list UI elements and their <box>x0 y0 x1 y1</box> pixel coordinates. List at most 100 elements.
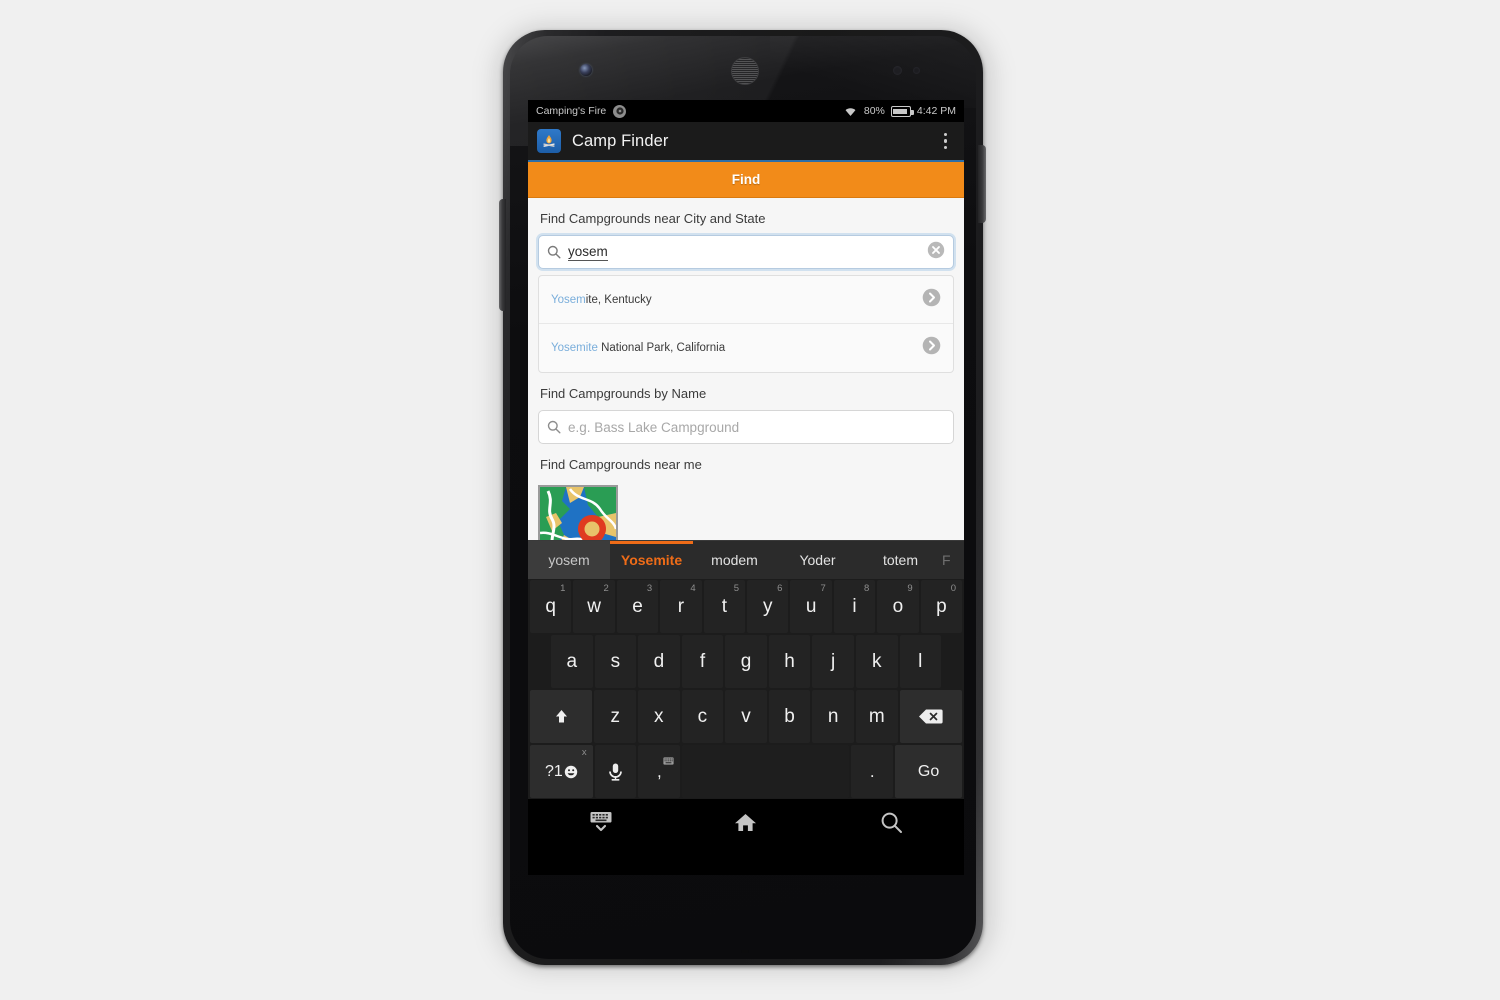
key-u[interactable]: 7u <box>790 580 832 633</box>
key-i[interactable]: 8i <box>833 580 876 633</box>
key-o[interactable]: 9o <box>877 580 919 633</box>
key-r-number: 4 <box>690 583 696 594</box>
key-a[interactable]: a <box>551 635 593 688</box>
emoji-smiley-icon <box>564 765 577 778</box>
suggestion-word[interactable]: modem <box>693 541 776 579</box>
battery-icon <box>890 105 914 117</box>
list-item[interactable]: Yosemite National Park, California <box>539 324 953 372</box>
near-me-label: Find Campgrounds near me <box>540 457 702 472</box>
comma-key[interactable]: , <box>638 745 681 798</box>
keyboard-suggestion-bar: yosem Yosemite modem Yoder totem F <box>528 540 964 579</box>
power-button[interactable] <box>978 145 986 223</box>
tab-find[interactable]: Find <box>528 162 964 198</box>
suggestion-label: Yosemite, Kentucky <box>551 294 652 306</box>
front-camera <box>580 64 592 76</box>
keyboard-row-4: x ?1 , . Go <box>528 744 964 799</box>
key-e-number: 3 <box>646 583 653 594</box>
search-button[interactable] <box>819 811 964 834</box>
home-button[interactable] <box>673 811 818 834</box>
key-t-number: 5 <box>733 583 740 594</box>
key-o-label: o <box>892 595 904 617</box>
keyboard-row-1: 1q 2w 3e 4r 5t 6y 7u 8i 9o 0p <box>528 579 964 634</box>
suggestion-typed-word[interactable]: yosem <box>528 541 610 579</box>
bottom-microphone <box>741 950 749 953</box>
key-u-number: 7 <box>820 583 826 594</box>
key-i-number: 8 <box>863 583 870 594</box>
key-w-number: 2 <box>603 583 609 594</box>
campground-name-placeholder: e.g. Bass Lake Campground <box>568 419 740 435</box>
status-bar: Camping's Fire 80% 4:42 PM <box>528 100 964 122</box>
key-e[interactable]: 3e <box>616 580 659 633</box>
clear-circle-icon[interactable] <box>927 241 945 264</box>
key-d[interactable]: d <box>638 635 680 688</box>
chevron-right-icon[interactable] <box>922 336 941 360</box>
key-g[interactable]: g <box>725 635 767 688</box>
suggestion-match: Yosem <box>551 293 586 306</box>
hide-keyboard-icon <box>590 812 612 832</box>
overflow-menu-icon[interactable] <box>936 127 956 156</box>
key-q-number: 1 <box>560 583 566 594</box>
key-r[interactable]: 4r <box>660 580 702 633</box>
voice-input-key[interactable] <box>594 745 637 798</box>
key-q-label: q <box>545 595 556 617</box>
go-key[interactable]: Go <box>895 745 962 798</box>
suggestion-best-word[interactable]: Yosemite <box>610 541 693 579</box>
list-item[interactable]: Yosemite, Kentucky <box>539 276 953 324</box>
map-location-pin-thumbnail[interactable] <box>538 485 618 540</box>
symbols-emoji-key[interactable]: x ?1 <box>530 745 593 798</box>
key-m[interactable]: m <box>855 690 898 743</box>
key-l[interactable]: l <box>899 635 942 688</box>
suggestion-rest: National Park, California <box>597 342 726 354</box>
campground-name-input[interactable]: e.g. Bass Lake Campground <box>538 410 954 444</box>
key-s[interactable]: s <box>594 635 637 688</box>
key-x[interactable]: x <box>638 690 680 743</box>
key-n[interactable]: n <box>812 690 854 743</box>
key-b[interactable]: b <box>768 690 811 743</box>
key-z[interactable]: z <box>594 690 636 743</box>
suggestion-word[interactable]: totem <box>859 541 942 579</box>
key-v[interactable]: v <box>725 690 767 743</box>
search-icon <box>547 245 561 259</box>
hide-keyboard-button[interactable] <box>528 810 673 834</box>
key-p[interactable]: 0p <box>920 580 963 633</box>
key-p-number: 0 <box>950 583 957 594</box>
city-state-search-input[interactable]: yosem <box>538 235 954 269</box>
key-k[interactable]: k <box>855 635 898 688</box>
space-key[interactable] <box>682 745 850 798</box>
media-dot-icon <box>616 107 624 115</box>
backspace-key[interactable] <box>899 690 962 743</box>
home-icon <box>735 813 757 831</box>
key-e-label: e <box>632 595 643 617</box>
phone-screen: Camping's Fire 80% 4:42 PM Camp Finder F… <box>528 100 964 875</box>
key-j[interactable]: j <box>812 635 854 688</box>
clock-label: 4:42 PM <box>916 105 956 117</box>
chevron-right-icon[interactable] <box>922 288 941 312</box>
key-w[interactable]: 2w <box>573 580 615 633</box>
suggestion-word-cutoff[interactable]: F <box>942 541 964 579</box>
key-f[interactable]: f <box>681 635 724 688</box>
suggestion-rest: ite, Kentucky <box>585 293 652 306</box>
key-r-label: r <box>677 595 685 617</box>
campfire-glyph-icon <box>543 135 555 147</box>
search-nav-icon <box>881 812 902 833</box>
key-y[interactable]: 6y <box>747 580 789 633</box>
key-c[interactable]: c <box>681 690 724 743</box>
volume-rocker-button[interactable] <box>499 199 506 311</box>
period-key[interactable]: . <box>851 745 894 798</box>
shift-key[interactable] <box>530 690 593 743</box>
key-y-number: 6 <box>777 583 783 594</box>
keyboard-switch-icon <box>663 749 674 771</box>
key-t[interactable]: 5t <box>703 580 746 633</box>
map-thumbnail-graphic <box>540 487 616 540</box>
key-h[interactable]: h <box>768 635 811 688</box>
key-i-label: i <box>852 595 857 617</box>
campfire-app-icon <box>537 129 561 153</box>
keyboard-row-3: z x c v b n m <box>528 689 964 744</box>
microphone-icon <box>609 763 622 781</box>
keyboard-row-2: a s d f g h j k l <box>528 634 964 689</box>
suggestion-word[interactable]: Yoder <box>776 541 859 579</box>
tab-find-label: Find <box>731 172 761 187</box>
page-title: Camp Finder <box>572 131 669 150</box>
key-q[interactable]: 1q <box>530 580 572 633</box>
city-state-suggestion-list: Yosemite, Kentucky Yosemite National Par… <box>538 275 954 373</box>
